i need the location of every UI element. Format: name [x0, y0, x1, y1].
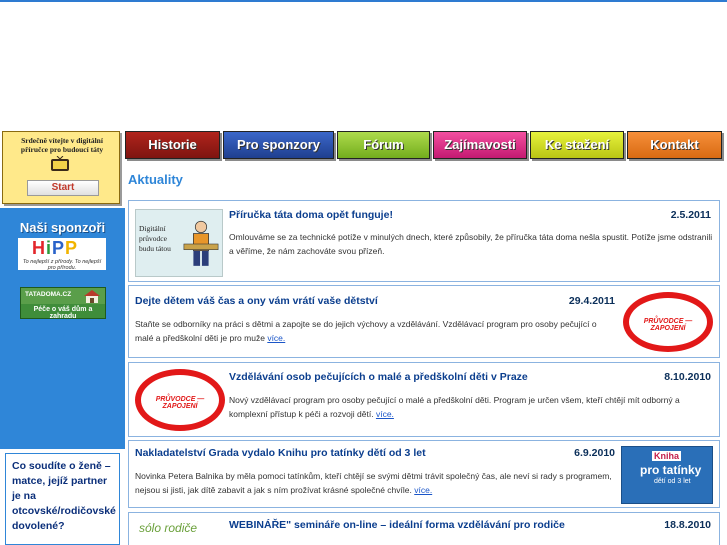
news-title[interactable]: Nakladatelství Grada vydalo Knihu pro ta… [135, 447, 426, 459]
news-title[interactable]: Vzdělávání osob pečujících o malé a před… [229, 371, 528, 383]
poll-box[interactable]: Co soudíte o ženě – matce, jejíž partner… [5, 453, 120, 545]
logo-text: sólo rodiče [139, 521, 198, 535]
news-body: Novinka Petera Balnika by měla pomoci ta… [135, 469, 617, 497]
news-date: 29.4.2011 [568, 295, 615, 307]
news-title[interactable]: WEBINÁŘE" semináře on-line – ideální for… [229, 519, 565, 531]
tatadoma-banner[interactable]: TATADOMA.CZ Péče o váš dům a zahradu [20, 287, 106, 320]
nav-kontakt[interactable]: Kontakt [627, 131, 722, 159]
news-thumbnail[interactable]: Digitální průvodce budu tátou [135, 209, 223, 277]
news-body: Staňte se odborníky na práci s dětmi a z… [135, 317, 617, 345]
more-link[interactable]: více. [267, 333, 285, 343]
book-cover[interactable]: Kniha pro tatínky dětí od 3 let [621, 446, 713, 504]
book-subtitle: dětí od 3 let [654, 478, 691, 485]
book-title-line1: Kniha [652, 451, 682, 461]
pruvodce-logo[interactable]: PRŮVODCE — ZAPOJENÍ [135, 369, 225, 431]
hipp-wordmark: HiPP [32, 238, 79, 258]
welcome-box: Srdečně vítejte v digitální příručce pro… [2, 131, 120, 204]
news-body-text: Nový vzdělávací program pro osoby pečují… [229, 395, 680, 419]
welcome-text: Srdečně vítejte v digitální příručce pro… [20, 136, 104, 154]
house-icon [84, 290, 100, 303]
news-item: Nakladatelství Grada vydalo Knihu pro ta… [128, 440, 720, 508]
tv-icon [51, 156, 69, 171]
news-body: Omlouváme se za technické potíže v minul… [229, 232, 713, 256]
logo-text: PRŮVODCE — ZAPOJENÍ [643, 318, 693, 333]
tatadoma-title: TATADOMA.CZ [25, 291, 72, 298]
hipp-tagline: To nejlepší z přírody. To nejlepší pro p… [22, 259, 102, 271]
tatadoma-tagline: Péče o váš dům a zahradu [33, 306, 93, 320]
news-date: 8.10.2010 [664, 371, 711, 383]
more-link[interactable]: více. [376, 409, 394, 419]
start-button[interactable]: Start [27, 180, 99, 196]
nav-zajimavosti[interactable]: Zajímavosti [433, 131, 527, 159]
nav-forum[interactable]: Fórum [337, 131, 430, 159]
hipp-logo[interactable]: HiPP To nejlepší z přírody. To nejlepší … [18, 238, 106, 271]
poll-question: Co soudíte o ženě – matce, jejíž partner… [12, 460, 116, 532]
news-date: 2.5.2011 [670, 209, 711, 221]
news-body-text: Staňte se odborníky na práci s dětmi a z… [135, 319, 597, 343]
tatadoma-header: TATADOMA.CZ [21, 288, 105, 304]
news-item: Dejte dětem váš čas a ony vám vrátí vaše… [128, 285, 720, 358]
logo-text: PRŮVODCE — ZAPOJENÍ [155, 396, 205, 410]
book-title-line2: pro tatínky [640, 463, 702, 477]
more-link[interactable]: více. [414, 485, 432, 495]
nav-ke-stazeni[interactable]: Ke stažení [530, 131, 624, 159]
father-illustration-icon [183, 220, 219, 266]
news-date: 6.9.2010 [574, 447, 615, 459]
nav-pro-sponzory[interactable]: Pro sponzory [223, 131, 334, 159]
sponsors-heading: Naši sponzoři [19, 220, 106, 235]
pruvodce-logo[interactable]: PRŮVODCE — ZAPOJENÍ [623, 292, 713, 352]
news-item: sólo rodiče WEBINÁŘE" semináře on-line –… [128, 512, 720, 545]
top-border [0, 0, 727, 2]
nav-historie[interactable]: Historie [125, 131, 220, 159]
news-body-text: Novinka Petera Balnika by měla pomoci ta… [135, 471, 612, 495]
news-title[interactable]: Příručka táta doma opět funguje! [229, 209, 393, 221]
news-body: Nový vzdělávací program pro osoby pečují… [229, 393, 714, 421]
section-title: Aktuality [128, 172, 183, 187]
news-date: 18.8.2010 [664, 519, 711, 531]
news-item: PRŮVODCE — ZAPOJENÍ Vzdělávání osob peču… [128, 362, 720, 437]
thumbnail-caption: Digitální průvodce budu tátou [139, 224, 171, 253]
news-title[interactable]: Dejte dětem váš čas a ony vám vrátí vaše… [135, 295, 378, 307]
news-item: Digitální průvodce budu tátou Příručka t… [128, 200, 720, 282]
solo-rodice-logo[interactable]: sólo rodiče [135, 517, 223, 545]
